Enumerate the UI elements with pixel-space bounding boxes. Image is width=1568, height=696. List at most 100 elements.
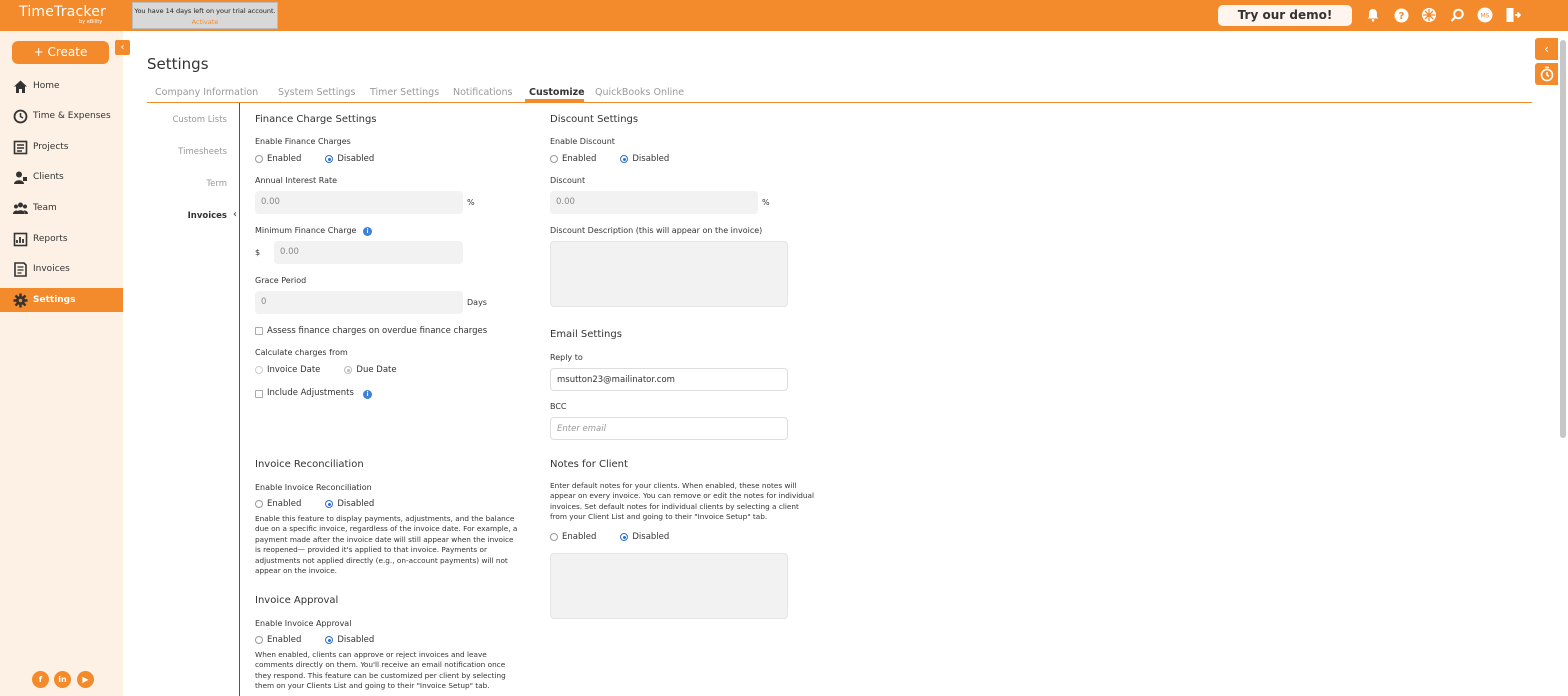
finance-disabled-radio[interactable] (325, 155, 334, 163)
invoice-date-radio[interactable] (255, 366, 263, 374)
subnav-invoices[interactable]: Invoices (147, 211, 227, 221)
grace-period-input[interactable]: 0 (255, 291, 463, 314)
finance-section-title: Finance Charge Settings (255, 114, 377, 125)
top-bar: TimeTracker by eBility You have 14 days … (0, 0, 1568, 31)
bcc-label: BCC (550, 402, 567, 411)
discount-section-title: Discount Settings (550, 114, 639, 125)
linkedin-icon[interactable]: in (54, 671, 71, 688)
search-icon[interactable] (1448, 6, 1466, 24)
discount-input[interactable]: 0.00 (550, 191, 758, 214)
page-title: Settings (147, 55, 209, 73)
percent-unit: % (467, 198, 475, 207)
info-icon[interactable]: i (363, 227, 372, 236)
integrations-icon[interactable] (1420, 6, 1438, 24)
help-icon[interactable]: ? (1392, 6, 1410, 24)
approval-disabled-radio[interactable] (325, 636, 334, 644)
info-icon[interactable]: i (363, 390, 372, 399)
radio-label: Disabled (337, 499, 375, 509)
discount-description-textarea[interactable] (550, 241, 788, 307)
calc-charges-label: Calculate charges from (255, 348, 348, 357)
timer-icon (1540, 66, 1553, 82)
subnav-timesheets[interactable]: Timesheets (147, 147, 227, 157)
gear-icon (13, 293, 28, 307)
subnav-term[interactable]: Term (147, 179, 227, 189)
radio-label: Enabled (562, 532, 597, 542)
approval-enabled-radio[interactable] (255, 636, 263, 644)
radio-label: Enabled (267, 635, 302, 645)
tab-company-information[interactable]: Company Information (155, 87, 258, 98)
tab-system-settings[interactable]: System Settings (278, 87, 355, 98)
radio-label: Enabled (267, 499, 302, 509)
description-line: from your Client List and going to their… (550, 512, 768, 522)
subnav-custom-lists[interactable]: Custom Lists (147, 115, 227, 125)
min-charge-label: Minimum Finance Charge (255, 226, 357, 235)
notes-section-title: Notes for Client (550, 459, 628, 470)
bcc-input[interactable]: Enter email (550, 417, 788, 440)
sidebar-item-label: Time & Expenses (33, 111, 111, 121)
sidebar-item-reports[interactable]: Reports (0, 227, 123, 251)
min-charge-input[interactable]: 0.00 (274, 241, 463, 264)
logout-icon[interactable] (1504, 6, 1522, 24)
description-line: comments directly on them. You'll receiv… (255, 660, 506, 670)
description-line: Enable this feature to display payments,… (255, 514, 515, 523)
description-line: is reopened— provided it's applied to th… (255, 545, 487, 555)
timer-button[interactable] (1535, 63, 1558, 85)
scrollbar[interactable] (1560, 40, 1566, 438)
reconciliation-enabled-radio[interactable] (255, 500, 263, 508)
radio-label: Enabled (267, 154, 302, 164)
reconciliation-section-title: Invoice Reconciliation (255, 459, 364, 470)
tab-quickbooks-online[interactable]: QuickBooks Online (595, 87, 684, 98)
sidebar-item-settings[interactable]: Settings (0, 288, 123, 312)
tab-notifications[interactable]: Notifications (453, 87, 512, 98)
approval-radio-group: Enabled Disabled (255, 635, 374, 645)
discount-disabled-radio[interactable] (620, 155, 629, 163)
clients-icon (14, 171, 27, 184)
chevron-left-icon: ‹ (1544, 42, 1549, 56)
create-button[interactable]: + Create (12, 41, 109, 64)
description-line: appear on every invoice. You can remove … (550, 491, 815, 501)
approval-description: When enabled, clients can approve or rej… (255, 650, 506, 692)
sidebar-item-projects[interactable]: Projects (0, 135, 123, 159)
app-logo[interactable]: TimeTracker (19, 4, 106, 20)
sidebar-item-label: Invoices (33, 264, 70, 274)
discount-enabled-radio[interactable] (550, 155, 558, 163)
panel-expand-button[interactable]: ‹ (1535, 38, 1558, 60)
notes-enabled-radio[interactable] (550, 533, 558, 541)
svg-text:?: ? (1398, 11, 1404, 22)
notes-disabled-radio[interactable] (620, 533, 629, 541)
finance-radio-group: Enabled Disabled (255, 154, 374, 164)
description-line: payment made after the invoice date will… (255, 534, 514, 544)
description-line: them on your Clients List and going to t… (255, 681, 490, 691)
tab-timer-settings[interactable]: Timer Settings (370, 87, 439, 98)
try-demo-button[interactable]: Try our demo! (1218, 5, 1352, 26)
sidebar-item-time-expenses[interactable]: Time & Expenses (0, 104, 123, 128)
sidebar-item-invoices[interactable]: Invoices (0, 257, 123, 281)
radio-label: Disabled (337, 635, 375, 645)
invoices-icon (14, 261, 27, 277)
reconciliation-disabled-radio[interactable] (325, 500, 334, 508)
sidebar-collapse-button[interactable]: ‹ (115, 40, 130, 55)
sidebar-item-team[interactable]: Team (0, 196, 123, 220)
reply-to-input[interactable]: msutton23@mailinator.com (550, 368, 788, 391)
due-date-radio[interactable] (344, 366, 353, 374)
interest-rate-input[interactable]: 0.00 (255, 191, 463, 214)
avatar[interactable]: MS (1476, 6, 1494, 24)
assess-checkbox[interactable] (255, 327, 263, 335)
description-line: When enabled, clients can approve or rej… (255, 650, 487, 659)
chevron-left-icon: ‹ (233, 209, 237, 220)
bell-icon[interactable] (1364, 6, 1382, 24)
sidebar-item-label: Projects (33, 142, 69, 152)
radio-label: Due Date (356, 365, 397, 375)
enable-discount-label: Enable Discount (550, 137, 615, 146)
finance-enabled-radio[interactable] (255, 155, 263, 163)
notes-textarea[interactable] (550, 553, 788, 619)
sidebar-item-clients[interactable]: Clients (0, 165, 123, 189)
include-adjustments-checkbox[interactable] (255, 390, 263, 398)
activate-link[interactable]: Activate (133, 18, 277, 26)
grace-period-label: Grace Period (255, 276, 307, 285)
tabs-divider (147, 102, 1532, 103)
facebook-icon[interactable]: f (32, 671, 49, 688)
sidebar-item-home[interactable]: Home (0, 74, 123, 98)
tab-customize[interactable]: Customize (529, 87, 585, 98)
youtube-icon[interactable]: ▶ (77, 671, 94, 688)
